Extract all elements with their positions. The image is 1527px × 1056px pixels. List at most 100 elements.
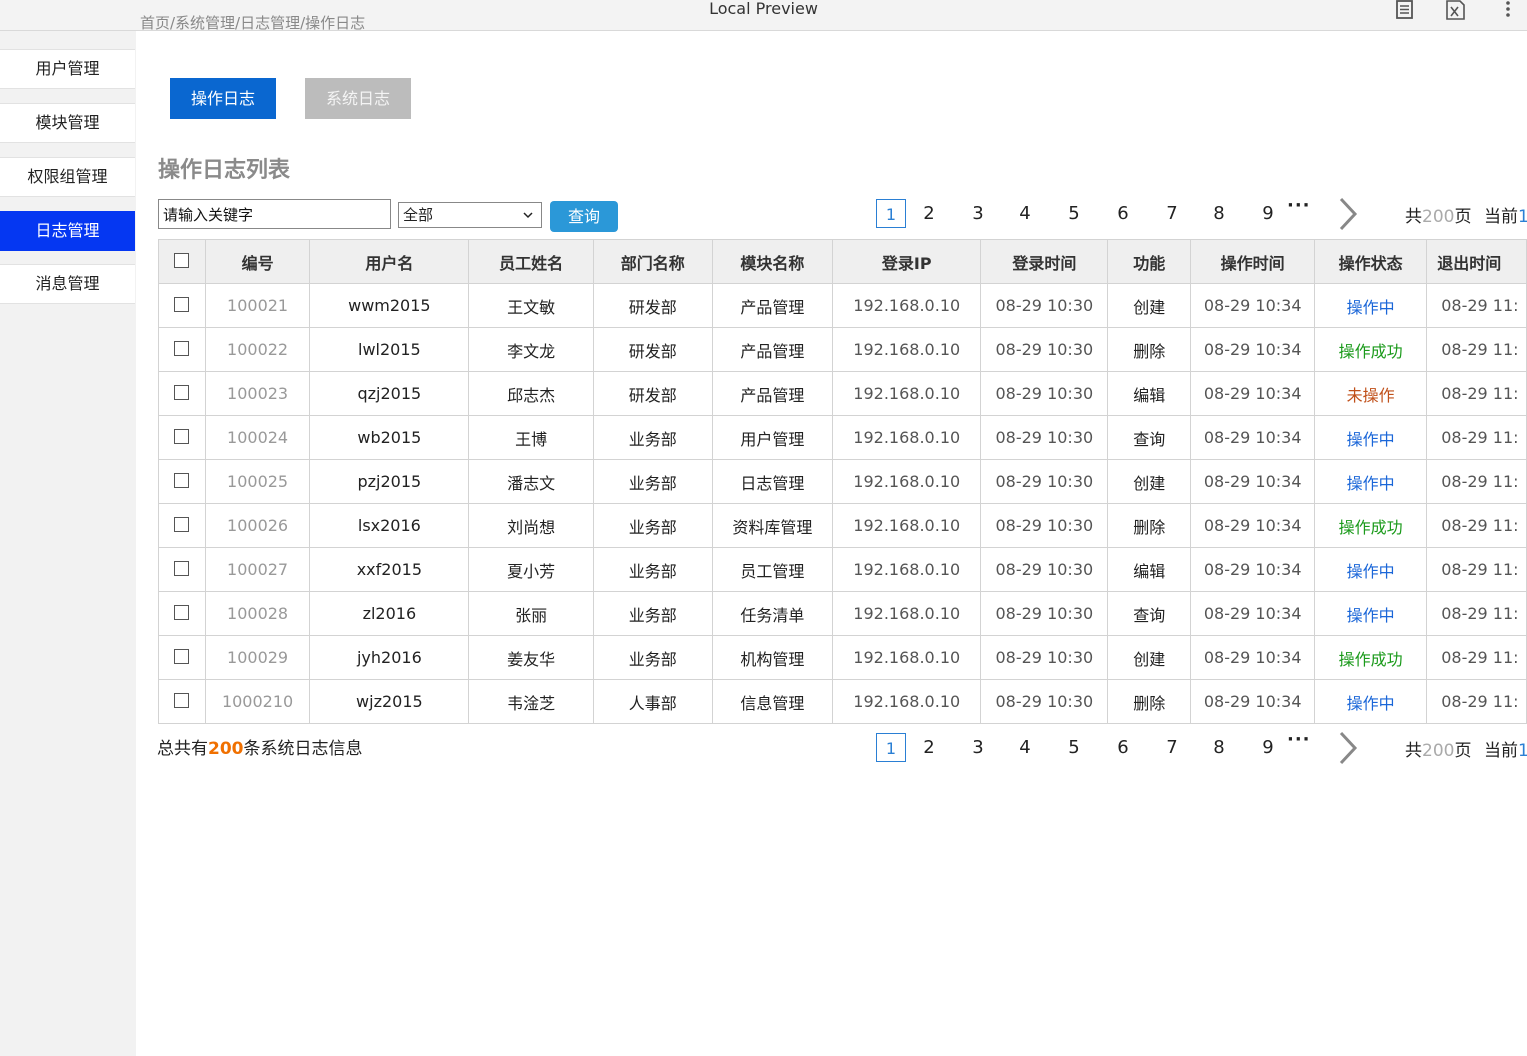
row-logout-time: 08-29 11:	[1426, 371, 1527, 416]
page-button-1[interactable]: 1	[876, 733, 906, 762]
next-page-icon[interactable]	[1336, 731, 1360, 765]
table-row[interactable]: 1000210 wjz2015 韦淦芝 人事部 信息管理 192.168.0.10 08-2…	[158, 679, 1527, 724]
row-checkbox[interactable]	[174, 693, 190, 708]
select-all-checkbox[interactable]	[174, 253, 190, 268]
row-username: xxf2015	[309, 547, 470, 592]
row-operation-time: 08-29 10:34	[1190, 503, 1316, 548]
row-checkbox-cell	[158, 283, 206, 328]
table-row[interactable]: 100027 xxf2015 夏小芳 业务部 员工管理 192.168.0.10 08-29…	[158, 547, 1527, 592]
row-checkbox[interactable]	[174, 473, 190, 488]
table-row[interactable]: 100023 qzj2015 邱志杰 研发部 产品管理 192.168.0.10 08-29…	[158, 371, 1527, 416]
row-login-time: 08-29 10:30	[980, 283, 1109, 328]
row-operation-status: 操作成功	[1314, 635, 1428, 680]
page-button-3[interactable]: 3	[963, 733, 993, 762]
table-row[interactable]: 100024 wb2015 王博 业务部 用户管理 192.168.0.10 08-29 1…	[158, 415, 1527, 460]
tab-system-log[interactable]: 系统日志	[305, 78, 411, 119]
page-button-3[interactable]: 3	[963, 199, 993, 228]
row-login-ip: 192.168.0.10	[832, 371, 982, 416]
header-id[interactable]: 编号	[204, 239, 311, 284]
row-employee-name: 姜友华	[468, 635, 594, 680]
page-button-1[interactable]: 1	[876, 199, 906, 228]
row-login-ip: 192.168.0.10	[832, 679, 982, 724]
row-module: 员工管理	[711, 547, 834, 592]
pagination-ellipsis: ···	[1287, 729, 1311, 750]
row-checkbox[interactable]	[174, 605, 190, 620]
page-button-6[interactable]: 6	[1108, 199, 1138, 228]
page-button-7[interactable]: 7	[1157, 733, 1187, 762]
current-page-text: 当前1	[1484, 741, 1527, 761]
row-module: 信息管理	[711, 679, 834, 724]
row-login-time: 08-29 10:30	[980, 503, 1109, 548]
sidebar-item-user-management[interactable]: 用户管理	[0, 49, 135, 89]
row-function: 编辑	[1107, 371, 1192, 416]
row-operation-time: 08-29 10:34	[1190, 547, 1316, 592]
row-username: pzj2015	[309, 459, 470, 504]
row-id: 100026	[204, 503, 311, 548]
page-button-5[interactable]: 5	[1059, 199, 1089, 228]
row-checkbox[interactable]	[174, 429, 190, 444]
row-id: 100027	[204, 547, 311, 592]
header-login-ip[interactable]: 登录IP	[832, 239, 982, 284]
page-button-9[interactable]: 9	[1253, 733, 1283, 762]
page-button-4[interactable]: 4	[1010, 733, 1040, 762]
row-function: 编辑	[1107, 547, 1192, 592]
row-operation-status: 操作中	[1314, 459, 1428, 504]
row-checkbox-cell	[158, 635, 206, 680]
row-login-time: 08-29 10:30	[980, 371, 1109, 416]
row-id: 100021	[204, 283, 311, 328]
row-employee-name: 邱志杰	[468, 371, 594, 416]
row-username: qzj2015	[309, 371, 470, 416]
formula-icon[interactable]	[1445, 0, 1467, 20]
document-icon[interactable]	[1395, 0, 1417, 20]
table-row[interactable]: 100021 wwm2015 王文敏 研发部 产品管理 192.168.0.10 08-29…	[158, 283, 1527, 328]
table-row[interactable]: 100026 lsx2016 刘尚想 业务部 资料库管理 192.168.0.10 08-2…	[158, 503, 1527, 548]
table-row[interactable]: 100025 pzj2015 潘志文 业务部 日志管理 192.168.0.10 08-29…	[158, 459, 1527, 504]
row-logout-time: 08-29 11:	[1426, 547, 1527, 592]
page-button-7[interactable]: 7	[1157, 199, 1187, 228]
row-checkbox[interactable]	[174, 561, 190, 576]
header-username[interactable]: 用户名	[309, 239, 470, 284]
header-department[interactable]: 部门名称	[592, 239, 713, 284]
next-page-icon[interactable]	[1336, 197, 1360, 231]
page-button-2[interactable]: 2	[914, 733, 944, 762]
page-button-5[interactable]: 5	[1059, 733, 1089, 762]
row-checkbox-cell	[158, 503, 206, 548]
table-row[interactable]: 100028 zl2016 张丽 业务部 任务清单 192.168.0.10 08-29 1…	[158, 591, 1527, 636]
table-row[interactable]: 100029 jyh2016 姜友华 业务部 机构管理 192.168.0.10 08-29…	[158, 635, 1527, 680]
row-module: 产品管理	[711, 371, 834, 416]
row-logout-time: 08-29 11:	[1426, 591, 1527, 636]
row-checkbox[interactable]	[174, 385, 190, 400]
page-button-8[interactable]: 8	[1204, 733, 1234, 762]
page-button-2[interactable]: 2	[914, 199, 944, 228]
page-button-4[interactable]: 4	[1010, 199, 1040, 228]
page-button-9[interactable]: 9	[1253, 199, 1283, 228]
row-operation-status: 操作中	[1314, 679, 1428, 724]
row-logout-time: 08-29 11:	[1426, 635, 1527, 680]
header-module[interactable]: 模块名称	[711, 239, 834, 284]
row-username: jyh2016	[309, 635, 470, 680]
page-button-8[interactable]: 8	[1204, 199, 1234, 228]
tab-operation-log[interactable]: 操作日志	[170, 78, 276, 119]
breadcrumb[interactable]: 首页/系统管理/日志管理/操作日志	[140, 14, 365, 32]
sidebar-item-module-management[interactable]: 模块管理	[0, 103, 135, 143]
header-operation-time[interactable]: 操作时间	[1190, 239, 1316, 284]
row-department: 业务部	[592, 591, 713, 636]
header-function[interactable]: 功能	[1107, 239, 1192, 284]
row-checkbox[interactable]	[174, 297, 190, 312]
header-login-time[interactable]: 登录时间	[980, 239, 1109, 284]
row-department: 研发部	[592, 371, 713, 416]
header-logout-time[interactable]: 退出时间	[1426, 239, 1527, 284]
row-function: 创建	[1107, 635, 1192, 680]
header-employee-name[interactable]: 员工姓名	[468, 239, 594, 284]
row-function: 删除	[1107, 327, 1192, 372]
header-operation-status[interactable]: 操作状态	[1314, 239, 1428, 284]
more-vert-icon[interactable]	[1500, 0, 1522, 20]
row-checkbox[interactable]	[174, 649, 190, 664]
sidebar-item-permission-group[interactable]: 权限组管理	[0, 157, 135, 197]
row-checkbox[interactable]	[174, 341, 190, 356]
sidebar-item-message-management[interactable]: 消息管理	[0, 264, 135, 304]
row-operation-time: 08-29 10:34	[1190, 635, 1316, 680]
row-checkbox[interactable]	[174, 517, 190, 532]
table-row[interactable]: 100022 lwl2015 李文龙 研发部 产品管理 192.168.0.10 08-29…	[158, 327, 1527, 372]
page-button-6[interactable]: 6	[1108, 733, 1138, 762]
